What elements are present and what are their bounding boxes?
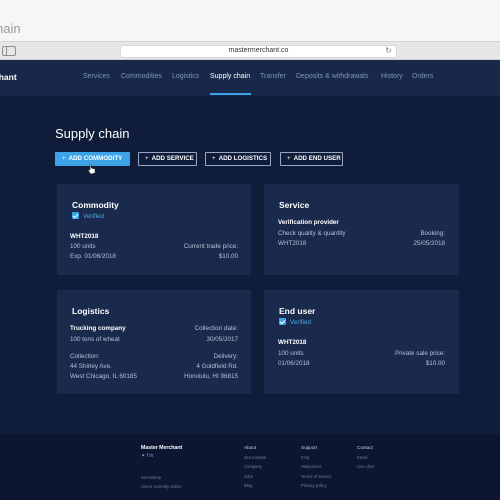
verified-badge: Verified — [72, 212, 104, 220]
nav-services[interactable]: Services — [83, 73, 110, 80]
nav-transfer[interactable]: Transfer — [260, 73, 286, 80]
footer-link[interactable]: Helpcenter — [301, 464, 321, 469]
delivery-address-line2: Honolulu, HI 96815 — [184, 373, 238, 380]
app-page: chant Services Commodities Logistics Sup… — [0, 60, 500, 500]
commodity-units: 100 units — [70, 243, 96, 250]
private-sale-price: $10.00 — [425, 360, 445, 367]
window-title-bar: hain — [0, 0, 500, 41]
card-title: Commodity — [72, 200, 119, 210]
screen: hain mastermerchant.co ↻ chant Services … — [0, 0, 500, 500]
page-title: Supply chain — [55, 126, 130, 141]
footer-link[interactable]: Blog — [244, 483, 252, 488]
footer-link[interactable]: Email — [357, 455, 367, 460]
plus-icon: + — [287, 155, 291, 162]
checkbox-icon — [279, 318, 286, 325]
card-title: Service — [279, 200, 310, 210]
price-value: $10.00 — [218, 253, 238, 260]
private-sale-price-label: Private sale price: — [394, 350, 445, 357]
footer-support-heading: Support — [301, 445, 318, 450]
collection-date-label: Collection date: — [194, 325, 238, 332]
logistics-company: Trucking company — [70, 325, 126, 332]
footer-link[interactable]: Live chat — [357, 464, 374, 469]
price-label: Current trade price: — [183, 243, 238, 250]
end-user-card[interactable]: End user Verified WHT2018 100 units 01/0… — [264, 290, 459, 394]
logistics-card[interactable]: Logistics Trucking company 100 tons of w… — [57, 290, 251, 394]
add-commodity-label: ADD COMMODITY — [68, 155, 123, 162]
add-service-button[interactable]: + ADD SERVICE — [138, 152, 197, 166]
footer-about-heading: About — [244, 445, 257, 450]
service-card[interactable]: Service Verification provider Check qual… — [264, 184, 459, 275]
card-title: Logistics — [72, 306, 110, 316]
end-user-code: WHT2018 — [278, 339, 307, 346]
booking-label: Booking: — [420, 230, 445, 237]
active-nav-indicator — [210, 93, 251, 95]
end-user-date: 01/06/2018 — [278, 360, 310, 367]
add-logistics-button[interactable]: + ADD LOGISTICS — [205, 152, 271, 166]
window-title: hain — [0, 21, 21, 36]
service-code: WHT2018 — [278, 240, 307, 247]
logistics-cargo: 100 tons of wheat — [70, 336, 120, 343]
nav-orders[interactable]: Orders — [412, 73, 433, 80]
footer-link[interactable]: FAQ — [301, 455, 309, 460]
plus-icon: + — [62, 155, 66, 162]
booking-date: 25/05/2018 — [413, 240, 445, 247]
checkbox-icon — [72, 212, 79, 219]
brand-logo[interactable]: chant — [0, 72, 17, 82]
add-service-label: ADD SERVICE — [151, 155, 194, 162]
footer-link[interactable]: Company — [244, 464, 262, 469]
pointer-cursor-icon — [88, 164, 96, 174]
users-online: Users currently online — [141, 484, 182, 489]
footer-link[interactable]: Our mission — [244, 455, 266, 460]
servertime: Servertime — [141, 475, 162, 480]
commodity-card[interactable]: Commodity Verified WHT2018 100 units Exp… — [57, 184, 251, 275]
address-bar[interactable]: mastermerchant.co ↻ — [120, 45, 397, 58]
browser-toolbar: mastermerchant.co ↻ — [0, 41, 500, 60]
footer: Master Merchant ✦ f in Servertime Users … — [0, 434, 500, 500]
verified-label: Verified — [290, 319, 312, 326]
verified-label: Verified — [83, 213, 105, 220]
collection-address-line2: West Chicago, IL 60185 — [70, 373, 137, 380]
card-title: End user — [279, 306, 316, 316]
nav-logistics[interactable]: Logistics — [172, 73, 199, 80]
footer-link[interactable]: Jobs — [244, 474, 253, 479]
add-logistics-label: ADD LOGISTICS — [218, 155, 268, 162]
collection-date: 30/05/2017 — [206, 336, 238, 343]
verified-badge: Verified — [279, 318, 311, 326]
delivery-label: Delivery: — [213, 353, 239, 360]
nav-history[interactable]: History — [381, 73, 403, 80]
nav-deposits-withdrawals[interactable]: Deposits & withdrawals — [296, 73, 368, 80]
address-url: mastermerchant.co — [228, 47, 289, 54]
nav-supply-chain[interactable]: Supply chain — [210, 73, 250, 80]
commodity-code: WHT2018 — [70, 233, 99, 240]
top-navigation: chant Services Commodities Logistics Sup… — [0, 60, 500, 96]
footer-brand: Master Merchant — [141, 445, 183, 451]
plus-icon: + — [145, 155, 149, 162]
delivery-address-line1: 4 Goldfield Rd. — [196, 363, 238, 370]
add-end-user-label: ADD END USER — [293, 155, 341, 162]
footer-link[interactable]: Privacy policy — [301, 483, 327, 488]
nav-commodities[interactable]: Commodities — [121, 73, 162, 80]
end-user-units: 100 units — [278, 350, 304, 357]
commodity-expiry: Exp. 01/06/2018 — [70, 253, 116, 260]
add-end-user-button[interactable]: + ADD END USER — [280, 152, 343, 166]
social-icons[interactable]: ✦ f in — [141, 453, 153, 459]
footer-link[interactable]: Terms of service — [301, 474, 331, 479]
footer-contact-heading: Contact — [357, 445, 373, 450]
service-description: Check quality & quantity — [278, 230, 346, 237]
service-provider: Verification provider — [278, 219, 339, 226]
plus-icon: + — [212, 155, 216, 162]
collection-label: Collection: — [70, 353, 100, 360]
collection-address-line1: 44 Shirley Ave. — [70, 363, 112, 370]
sidebar-toggle-icon[interactable] — [2, 46, 16, 56]
reload-icon[interactable]: ↻ — [385, 46, 392, 55]
